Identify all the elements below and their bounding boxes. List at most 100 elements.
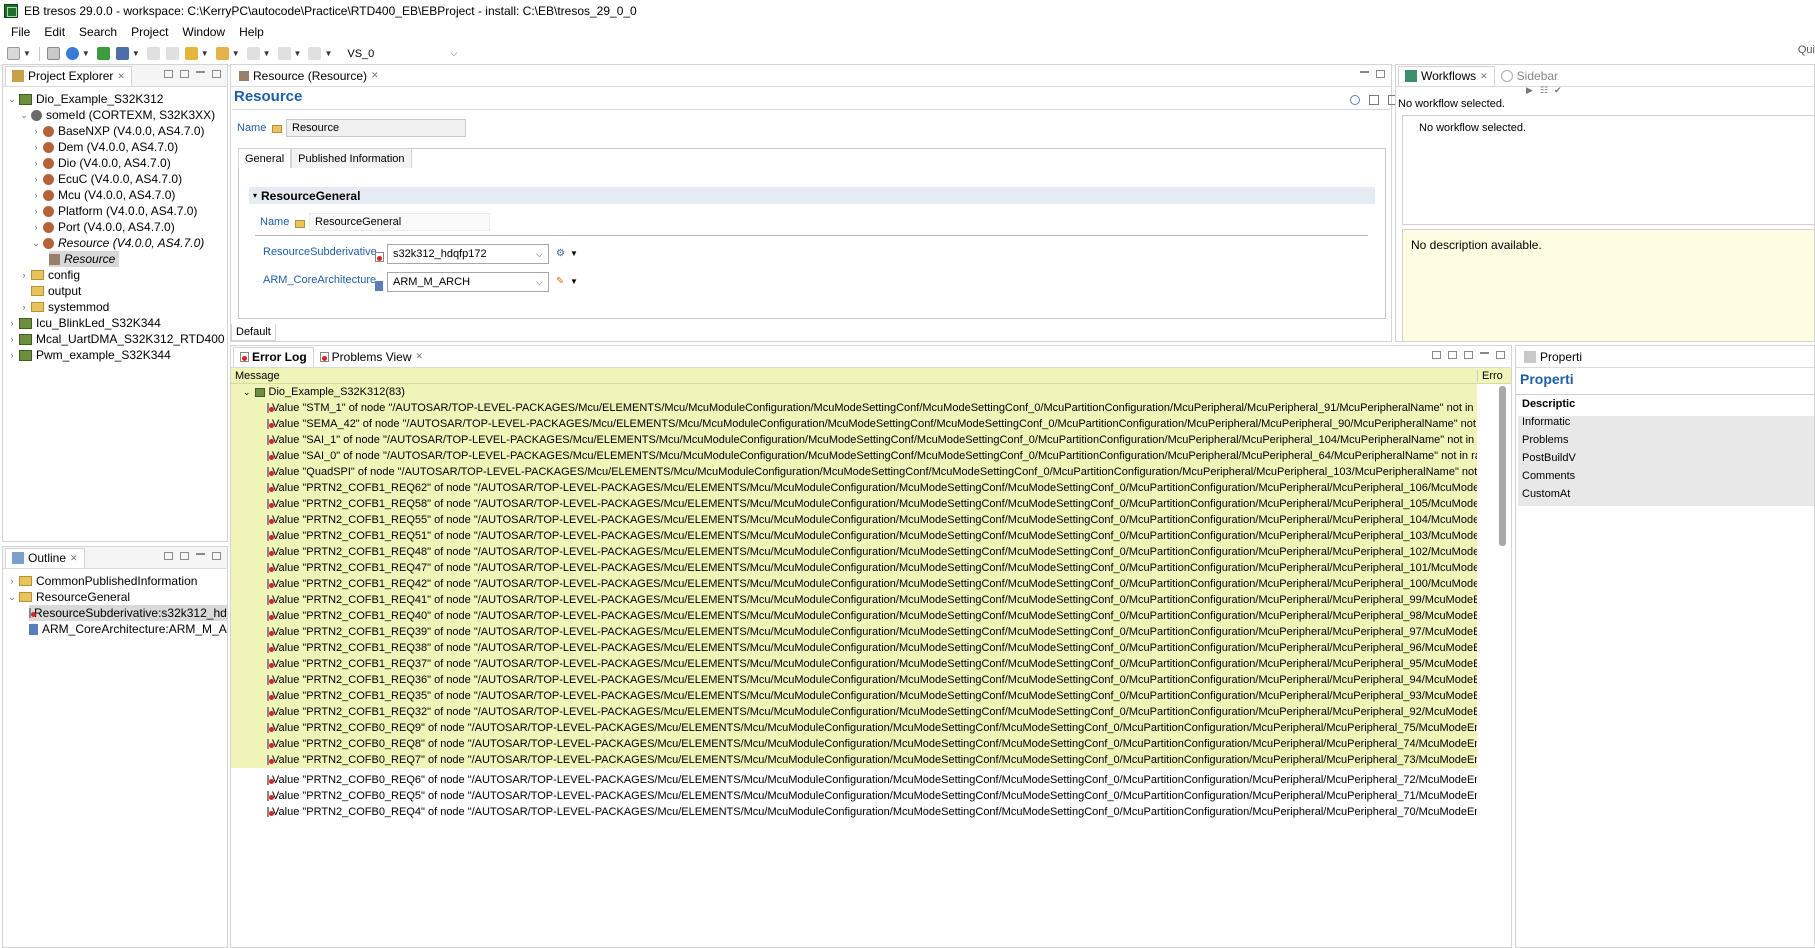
tab-outline[interactable]: Outline ✕ — [5, 547, 85, 568]
menu-window[interactable]: Window — [175, 25, 232, 39]
column-error[interactable]: Erro — [1477, 369, 1503, 382]
menu-search[interactable]: Search — [72, 25, 124, 39]
outline-item-common[interactable]: › CommonPublishedInformation — [7, 573, 198, 589]
next-icon[interactable] — [308, 47, 322, 60]
table-row[interactable]: Value "PRTN2_COFB1_REQ47" of node "/AUTO… — [231, 560, 1477, 576]
expand-all-icon[interactable] — [164, 552, 173, 560]
prev-dropdown-icon[interactable]: ▼ — [294, 49, 302, 58]
table-row[interactable]: Value "SEMA_42" of node "/AUTOSAR/TOP-LE… — [231, 416, 1477, 432]
subderivative-combo[interactable]: s32k312_hdqfp172 ⌵ — [387, 244, 549, 264]
close-icon[interactable]: ✕ — [371, 70, 379, 81]
maximize-icon[interactable] — [212, 552, 221, 560]
table-row[interactable]: Value "PRTN2_COFB1_REQ35" of node "/AUTO… — [231, 688, 1477, 704]
import-icon[interactable] — [146, 47, 160, 60]
workflow-list-icon[interactable]: ☷ — [1540, 85, 1548, 96]
group-row[interactable]: ⌄ Dio_Example_S32K312(83) — [231, 384, 1477, 400]
chevron-right-icon[interactable]: › — [7, 576, 17, 586]
chevron-right-icon[interactable]: › — [7, 334, 17, 344]
core-architecture-label[interactable]: ARM_CoreArchitecture — [263, 274, 376, 286]
tab-properties[interactable]: Properti — [1518, 347, 1588, 367]
table-row[interactable]: Value "PRTN2_COFB0_REQ9" of node "/AUTOS… — [231, 720, 1477, 736]
collapse-all-icon[interactable] — [1448, 351, 1457, 359]
minimize-icon[interactable] — [196, 70, 205, 73]
tree-item-systemmod[interactable]: › systemmod — [19, 299, 110, 315]
close-icon[interactable]: ✕ — [1480, 71, 1488, 82]
chevron-right-icon[interactable]: › — [7, 318, 17, 328]
link-editor-icon[interactable] — [180, 70, 189, 78]
globe-dropdown-icon[interactable]: ▼ — [82, 49, 90, 58]
tree-item-dem[interactable]: › Dem (V4.0.0, AS4.7.0) — [31, 139, 179, 155]
quick-access[interactable]: Qui — [1798, 44, 1815, 56]
chevron-right-icon[interactable]: › — [31, 142, 41, 152]
name-field[interactable]: Resource — [286, 119, 466, 137]
table-row[interactable]: Value "PRTN2_COFB1_REQ39" of node "/AUTO… — [231, 624, 1477, 640]
minimize-icon[interactable] — [1480, 351, 1489, 354]
table-row[interactable]: Value "PRTN2_COFB1_REQ38" of node "/AUTO… — [231, 640, 1477, 656]
tree-item-platform[interactable]: › Platform (V4.0.0, AS4.7.0) — [31, 203, 198, 219]
table-row[interactable]: Value "PRTN2_COFB1_REQ51" of node "/AUTO… — [231, 528, 1477, 544]
forward-icon[interactable] — [246, 47, 260, 60]
menu-help[interactable]: Help — [232, 25, 271, 39]
forward-dropdown-icon[interactable]: ▼ — [263, 49, 271, 58]
refresh-icon[interactable] — [1350, 95, 1360, 105]
collapse-all-icon[interactable] — [164, 70, 173, 78]
chevron-down-icon[interactable]: ⌄ — [7, 592, 17, 603]
tree-item-ecuc[interactable]: › EcuC (V4.0.0, AS4.7.0) — [31, 171, 183, 187]
filter-icon[interactable] — [1464, 351, 1473, 359]
maximize-icon[interactable] — [1376, 70, 1385, 78]
table-row[interactable]: Value "PRTN2_COFB0_REQ7" of node "/AUTOS… — [231, 752, 1477, 768]
property-tab-information[interactable]: Informatic — [1518, 416, 1814, 434]
chevron-down-icon[interactable]: ⌄ — [31, 238, 41, 249]
tab-error-log[interactable]: Error Log — [233, 346, 314, 367]
chevron-right-icon[interactable]: › — [31, 158, 41, 168]
wand-icon[interactable] — [184, 47, 198, 60]
table-row[interactable]: Value "STM_1" of node "/AUTOSAR/TOP-LEVE… — [231, 400, 1477, 416]
tree-item-config[interactable]: › config — [19, 267, 81, 283]
chevron-right-icon[interactable]: › — [31, 222, 41, 232]
tree-item-pwm-example[interactable]: › Pwm_example_S32K344 — [7, 347, 171, 363]
outline-item-subderivative[interactable]: ResourceSubderivative:s32k312_hdqfp172 — [29, 605, 227, 621]
tab-problems-view[interactable]: Problems View ✕ — [314, 347, 429, 367]
tree-item-basenxp[interactable]: › BaseNXP (V4.0.0, AS4.7.0) — [31, 123, 205, 139]
property-tab-problems[interactable]: Problems — [1518, 434, 1814, 452]
tab-published-information[interactable]: Published Information — [291, 148, 412, 168]
table-row[interactable]: Value "PRTN2_COFB0_REQ5" of node "/AUTOS… — [231, 788, 1477, 804]
property-tab-description[interactable]: Descriptic — [1518, 398, 1814, 416]
options-dropdown-icon[interactable]: ▼ — [570, 249, 578, 258]
tree-item-resource-module[interactable]: ⌄ Resource (V4.0.0, AS4.7.0) — [31, 235, 204, 251]
tree-item-dio-example[interactable]: ⌄ Dio_Example_S32K312 — [7, 91, 163, 107]
table-row[interactable]: Value "PRTN2_COFB0_REQ6" of node "/AUTOS… — [231, 772, 1477, 788]
expand-all-icon[interactable] — [1432, 351, 1441, 359]
table-row[interactable]: Value "PRTN2_COFB1_REQ42" of node "/AUTO… — [231, 576, 1477, 592]
tree-item-icu-blinkled[interactable]: › Icu_BlinkLed_S32K344 — [7, 315, 161, 331]
menu-edit[interactable]: Edit — [37, 25, 72, 39]
tab-project-explorer[interactable]: Project Explorer ✕ — [5, 65, 132, 86]
outline-item-resourcegeneral[interactable]: ⌄ ResourceGeneral — [7, 589, 130, 605]
subderivative-label[interactable]: ResourceSubderivative — [263, 246, 377, 258]
generate-icon[interactable] — [96, 47, 110, 60]
table-row[interactable]: Value "PRTN2_COFB0_REQ4" of node "/AUTOS… — [231, 804, 1477, 820]
close-icon[interactable]: ✕ — [117, 71, 125, 82]
globe-icon[interactable] — [65, 47, 79, 60]
variant-select[interactable]: VS_0 ⌵ — [342, 45, 463, 62]
chevron-right-icon[interactable]: › — [31, 126, 41, 136]
options-dropdown-icon[interactable]: ▼ — [570, 277, 578, 286]
menu-file[interactable]: File — [4, 25, 37, 39]
minimize-icon[interactable] — [196, 552, 205, 555]
table-row[interactable]: Value "PRTN2_COFB1_REQ32" of node "/AUTO… — [231, 704, 1477, 720]
table-row[interactable]: Value "PRTN2_COFB1_REQ40" of node "/AUTO… — [231, 608, 1477, 624]
new-file-icon[interactable] — [7, 47, 20, 60]
table-row[interactable]: Value "PRTN2_COFB1_REQ36" of node "/AUTO… — [231, 672, 1477, 688]
tree-item-port[interactable]: › Port (V4.0.0, AS4.7.0) — [31, 219, 175, 235]
collapse-all-icon[interactable] — [180, 552, 189, 560]
table-row[interactable]: Value "PRTN2_COFB1_REQ62" of node "/AUTO… — [231, 480, 1477, 496]
vertical-scrollbar[interactable] — [1499, 386, 1506, 546]
section-name-field[interactable]: ResourceGeneral — [309, 213, 490, 231]
table-row[interactable]: Value "PRTN2_COFB1_REQ41" of node "/AUTO… — [231, 592, 1477, 608]
export-icon[interactable] — [165, 47, 179, 60]
new-dropdown-icon[interactable]: ▼ — [23, 49, 31, 58]
chevron-down-icon[interactable]: ⌄ — [19, 110, 29, 121]
calculator-icon[interactable]: ⚙ — [556, 248, 565, 259]
minimize-icon[interactable] — [1360, 70, 1369, 73]
prev-icon[interactable] — [277, 47, 291, 60]
